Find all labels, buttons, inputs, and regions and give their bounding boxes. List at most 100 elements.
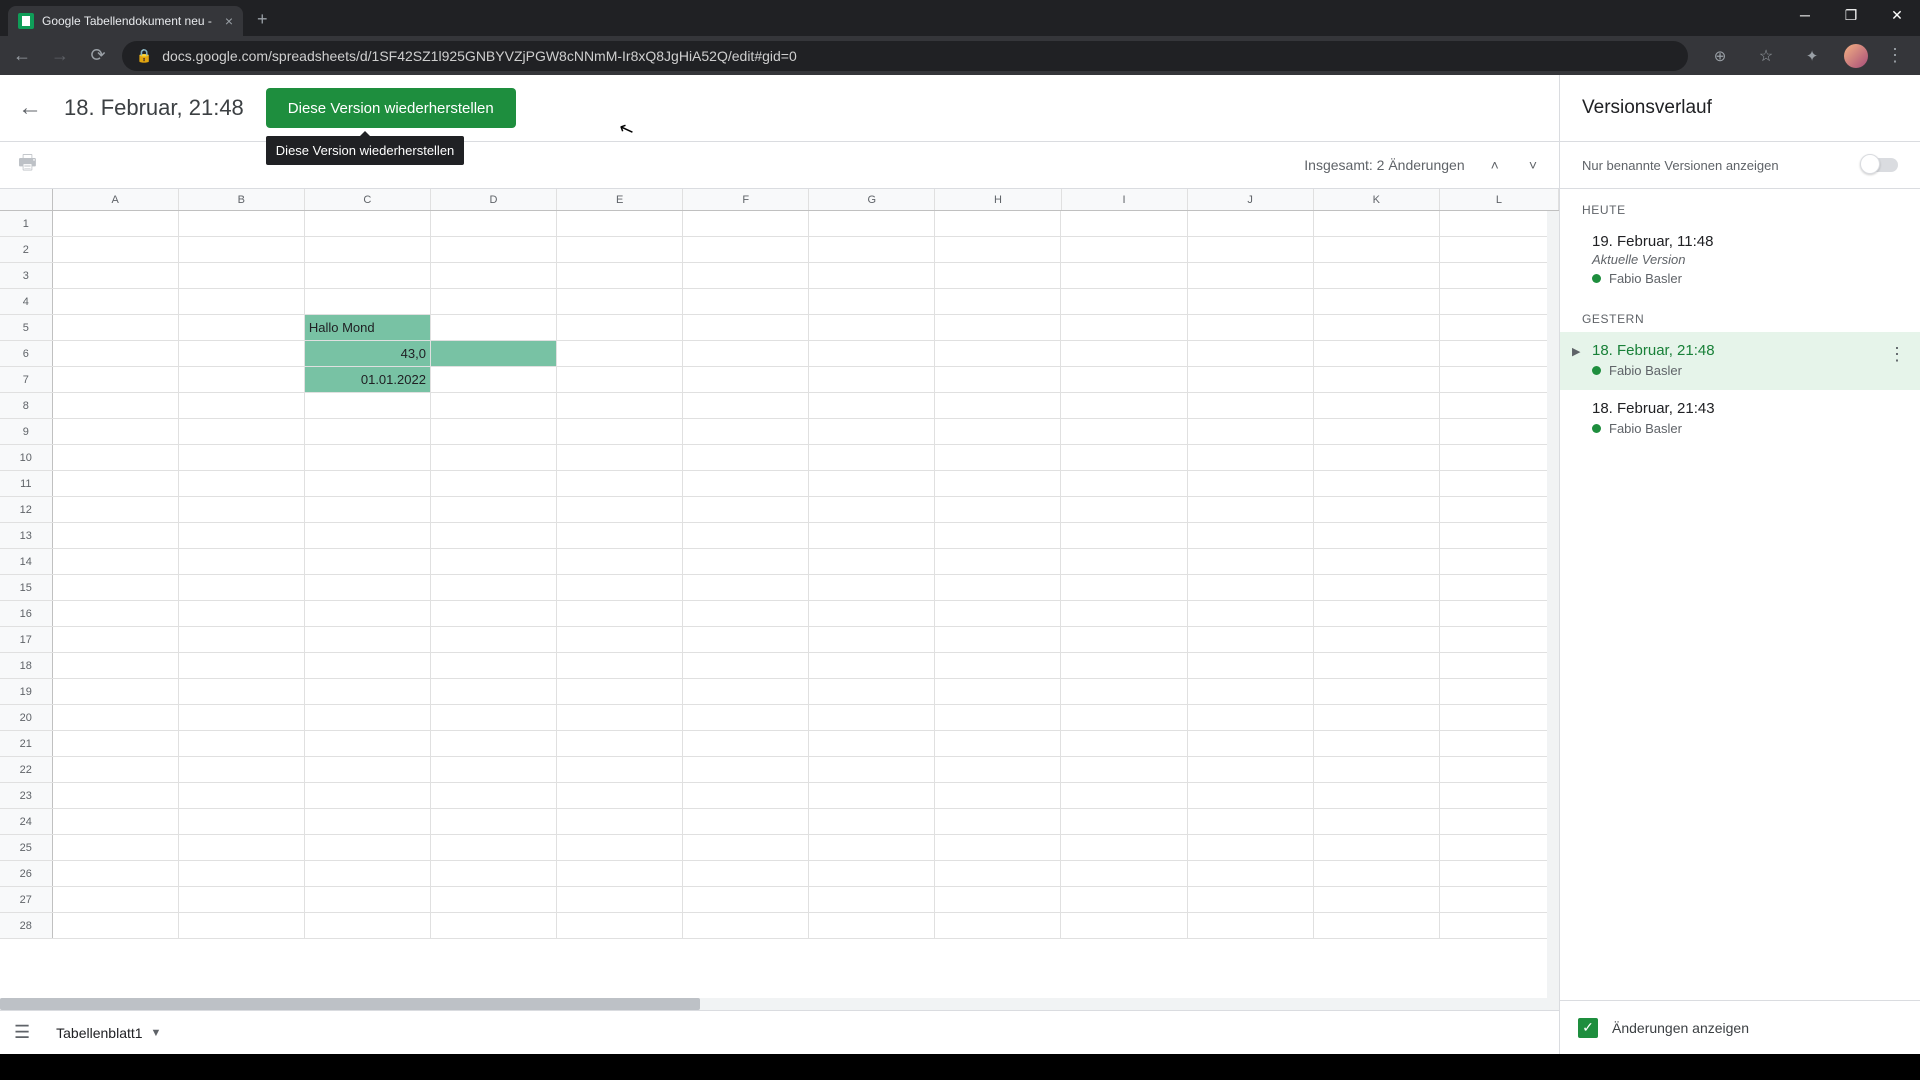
cell[interactable] (1188, 679, 1314, 704)
print-icon[interactable]: 🖶 (18, 148, 37, 182)
cell[interactable] (431, 861, 557, 886)
row-header[interactable]: 16 (0, 601, 53, 626)
cell[interactable] (305, 835, 431, 860)
cell[interactable] (935, 861, 1061, 886)
cell[interactable] (431, 913, 557, 938)
cell[interactable] (935, 393, 1061, 418)
cell[interactable] (1061, 211, 1187, 236)
cell[interactable] (53, 523, 179, 548)
cell[interactable] (557, 601, 683, 626)
cell[interactable]: 43,0 (305, 341, 431, 366)
row-header[interactable]: 4 (0, 289, 53, 314)
cell[interactable] (1314, 757, 1440, 782)
cell[interactable] (1440, 731, 1559, 756)
cell[interactable] (809, 211, 935, 236)
cell[interactable] (809, 367, 935, 392)
row-header[interactable]: 12 (0, 497, 53, 522)
cell[interactable] (179, 835, 305, 860)
cell[interactable] (1440, 679, 1559, 704)
cell[interactable] (809, 341, 935, 366)
cell[interactable] (431, 263, 557, 288)
cell[interactable] (1314, 497, 1440, 522)
cell[interactable] (1061, 679, 1187, 704)
cell[interactable] (1314, 835, 1440, 860)
cell[interactable] (1440, 471, 1559, 496)
cell[interactable] (1188, 315, 1314, 340)
cell[interactable] (179, 263, 305, 288)
cell[interactable] (53, 497, 179, 522)
cell[interactable] (1188, 549, 1314, 574)
cell[interactable] (305, 263, 431, 288)
cell[interactable] (1188, 367, 1314, 392)
row-header[interactable]: 5 (0, 315, 53, 340)
cell[interactable] (1188, 627, 1314, 652)
cell[interactable] (53, 601, 179, 626)
cell[interactable] (1314, 783, 1440, 808)
cell[interactable] (53, 627, 179, 652)
cell[interactable] (431, 601, 557, 626)
cell[interactable] (809, 653, 935, 678)
cell[interactable] (683, 731, 809, 756)
cell[interactable] (809, 835, 935, 860)
cell[interactable] (179, 237, 305, 262)
column-header[interactable]: E (557, 189, 683, 210)
row-header[interactable]: 1 (0, 211, 53, 236)
row-header[interactable]: 6 (0, 341, 53, 366)
row-header[interactable]: 15 (0, 575, 53, 600)
cell[interactable] (1440, 887, 1559, 912)
cell[interactable] (53, 211, 179, 236)
cell[interactable] (1440, 705, 1559, 730)
cell[interactable] (1188, 783, 1314, 808)
cell[interactable] (1314, 289, 1440, 314)
cell[interactable] (53, 705, 179, 730)
profile-avatar[interactable] (1844, 44, 1868, 68)
cell[interactable] (305, 809, 431, 834)
cell[interactable] (683, 523, 809, 548)
cell[interactable] (305, 549, 431, 574)
cell[interactable] (1314, 705, 1440, 730)
cell[interactable] (1188, 445, 1314, 470)
cell[interactable] (1314, 471, 1440, 496)
version-item-menu-icon[interactable]: ⋮ (1888, 344, 1906, 365)
row-header[interactable]: 8 (0, 393, 53, 418)
cell[interactable] (1314, 679, 1440, 704)
bookmark-icon[interactable]: ☆ (1752, 46, 1780, 66)
cell[interactable] (935, 653, 1061, 678)
cell[interactable] (935, 809, 1061, 834)
cell[interactable] (1440, 601, 1559, 626)
cell[interactable] (431, 523, 557, 548)
cell[interactable] (53, 445, 179, 470)
cell[interactable] (1188, 575, 1314, 600)
cell[interactable] (305, 679, 431, 704)
cell[interactable] (179, 757, 305, 782)
cell[interactable] (1314, 887, 1440, 912)
cell[interactable] (431, 783, 557, 808)
cell[interactable] (1314, 263, 1440, 288)
next-change-icon[interactable]: ˅ (1525, 153, 1541, 177)
cell[interactable] (53, 471, 179, 496)
cell[interactable] (935, 497, 1061, 522)
cell[interactable] (935, 445, 1061, 470)
cell[interactable] (431, 757, 557, 782)
cell[interactable] (683, 861, 809, 886)
cell[interactable] (1314, 367, 1440, 392)
cell[interactable] (1061, 471, 1187, 496)
cell[interactable] (683, 445, 809, 470)
cell[interactable] (683, 627, 809, 652)
cell[interactable] (1188, 263, 1314, 288)
cell[interactable] (935, 757, 1061, 782)
cell[interactable] (557, 679, 683, 704)
cell[interactable] (557, 913, 683, 938)
cell[interactable] (935, 835, 1061, 860)
cell[interactable] (557, 705, 683, 730)
cell[interactable] (1440, 237, 1559, 262)
cell[interactable] (683, 497, 809, 522)
row-header[interactable]: 21 (0, 731, 53, 756)
cell[interactable] (179, 601, 305, 626)
cell[interactable] (1440, 653, 1559, 678)
cell[interactable] (431, 237, 557, 262)
cell[interactable] (1061, 419, 1187, 444)
address-bar[interactable]: 🔒 docs.google.com/spreadsheets/d/1SF42SZ… (122, 41, 1688, 71)
cell[interactable] (557, 263, 683, 288)
cell[interactable] (809, 471, 935, 496)
